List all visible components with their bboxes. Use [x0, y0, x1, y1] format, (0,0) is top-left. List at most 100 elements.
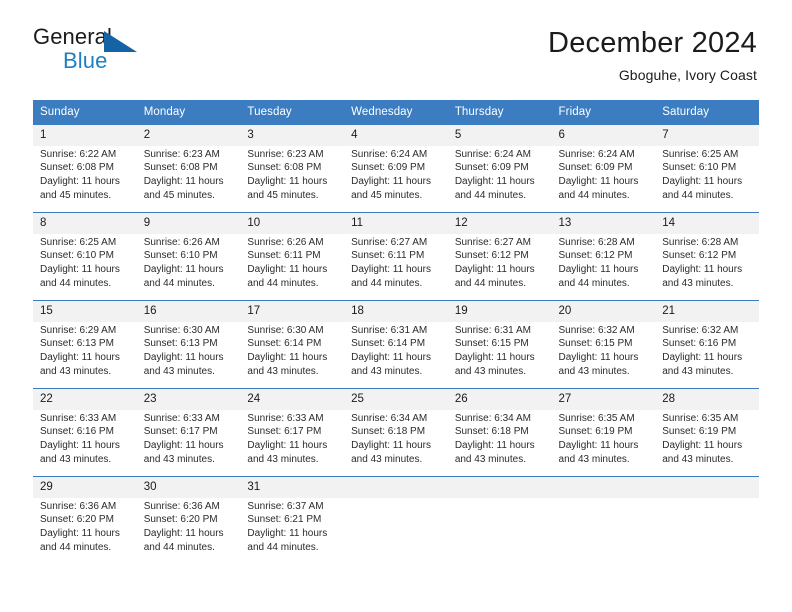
sunset-text: Sunset: 6:20 PM	[143, 514, 218, 526]
weekday-header-sunday: Sunday	[33, 100, 137, 125]
calendar-week-info-row: Sunrise: 6:25 AM Sunset: 6:10 PM Daylight:…	[33, 233, 759, 301]
day-number[interactable]: 3	[240, 124, 345, 146]
sunset-text: Sunset: 6:12 PM	[662, 250, 737, 262]
calendar-week-info-row: Sunrise: 6:36 AM Sunset: 6:20 PM Daylight:…	[33, 497, 759, 564]
daylight-text-line1: Daylight: 11 hours	[143, 176, 224, 188]
sunset-text: Sunset: 6:12 PM	[454, 250, 529, 262]
sunrise-text: Sunrise: 6:27 AM	[351, 236, 428, 248]
daylight-text-line2: and 43 minutes.	[662, 278, 734, 290]
calendar-grid: Sunday Monday Tuesday Wednesday Thursday…	[33, 100, 759, 564]
day-number[interactable]: 17	[240, 299, 345, 322]
daylight-text-line1: Daylight: 11 hours	[351, 176, 431, 188]
day-cell-empty	[551, 497, 656, 564]
day-number[interactable]: 23	[136, 387, 241, 410]
brand-logo[interactable]: General Blue	[33, 26, 163, 78]
daylight-text-line2: and 44 minutes.	[143, 278, 215, 290]
day-cell-empty	[344, 497, 448, 564]
day-number[interactable]: 7	[655, 124, 759, 146]
sunset-text: Sunset: 6:08 PM	[143, 162, 218, 174]
day-number[interactable]: 14	[655, 211, 759, 234]
weekday-header-wednesday: Wednesday	[344, 100, 448, 125]
day-details: Sunrise: 6:24 AM Sunset: 6:09 PM Daylight:…	[551, 145, 656, 213]
day-number[interactable]: 31	[240, 475, 345, 498]
day-number[interactable]: 30	[136, 475, 241, 498]
day-details: Sunrise: 6:24 AM Sunset: 6:09 PM Daylight:…	[344, 145, 448, 213]
day-number[interactable]: 11	[344, 211, 448, 234]
sunset-text: Sunset: 6:10 PM	[143, 250, 218, 262]
sunrise-text: Sunrise: 6:23 AM	[247, 148, 324, 160]
day-number[interactable]: 26	[447, 387, 552, 410]
daylight-text-line2: and 43 minutes.	[454, 453, 526, 465]
sunrise-text: Sunrise: 6:33 AM	[40, 412, 117, 424]
sunrise-text: Sunrise: 6:34 AM	[454, 412, 531, 424]
day-details: Sunrise: 6:37 AM Sunset: 6:21 PM Daylight:…	[240, 497, 345, 564]
weekday-header-thursday: Thursday	[447, 100, 552, 125]
sunset-text: Sunset: 6:15 PM	[454, 338, 529, 350]
daylight-text-line2: and 44 minutes.	[662, 190, 734, 202]
day-number[interactable]: 12	[447, 211, 552, 234]
sunrise-text: Sunrise: 6:35 AM	[558, 412, 635, 424]
daylight-text-line2: and 43 minutes.	[662, 453, 734, 465]
day-number[interactable]: 18	[344, 299, 448, 322]
daylight-text-line1: Daylight: 11 hours	[143, 264, 224, 276]
day-details: Sunrise: 6:26 AM Sunset: 6:10 PM Daylight:…	[136, 233, 241, 301]
sunrise-text: Sunrise: 6:22 AM	[40, 148, 117, 160]
day-number[interactable]: 10	[240, 211, 345, 234]
calendar-week-numbers-row: 15 16 17 18 19 20 21	[33, 299, 759, 322]
day-details: Sunrise: 6:30 AM Sunset: 6:13 PM Daylight:…	[136, 321, 241, 389]
day-number[interactable]: 27	[551, 387, 656, 410]
sunset-text: Sunset: 6:13 PM	[40, 338, 114, 350]
sunset-text: Sunset: 6:18 PM	[351, 426, 426, 438]
day-number[interactable]: 5	[447, 124, 552, 146]
day-number[interactable]: 20	[551, 299, 656, 322]
day-number[interactable]: 8	[33, 211, 137, 234]
sunset-text: Sunset: 6:17 PM	[247, 426, 322, 438]
weekday-header-tuesday: Tuesday	[240, 100, 345, 125]
day-number[interactable]: 24	[240, 387, 345, 410]
day-number[interactable]: 4	[344, 124, 448, 146]
day-number[interactable]: 1	[33, 124, 137, 146]
daylight-text-line1: Daylight: 11 hours	[40, 352, 120, 364]
sunrise-text: Sunrise: 6:27 AM	[454, 236, 531, 248]
daylight-text-line1: Daylight: 11 hours	[351, 264, 431, 276]
day-number[interactable]: 16	[136, 299, 241, 322]
sunrise-text: Sunrise: 6:29 AM	[40, 324, 117, 336]
sunset-text: Sunset: 6:10 PM	[662, 162, 737, 174]
sunset-text: Sunset: 6:14 PM	[351, 338, 426, 350]
page-title: December 2024	[548, 27, 757, 59]
daylight-text-line1: Daylight: 11 hours	[40, 440, 120, 452]
daylight-text-line1: Daylight: 11 hours	[351, 440, 431, 452]
sunrise-text: Sunrise: 6:25 AM	[40, 236, 117, 248]
day-number[interactable]: 13	[551, 211, 656, 234]
day-number[interactable]: 21	[655, 299, 759, 322]
sunset-text: Sunset: 6:09 PM	[351, 162, 426, 174]
calendar-body: 1 2 3 4 5 6 7 Sunrise: 6:22 AM Sunset: 6:08 PM Da…	[33, 124, 759, 564]
day-number[interactable]: 19	[447, 299, 552, 322]
day-number[interactable]: 15	[33, 299, 137, 322]
day-number[interactable]: 28	[655, 387, 759, 410]
day-details: Sunrise: 6:33 AM Sunset: 6:17 PM Daylight:…	[136, 409, 241, 477]
sunrise-text: Sunrise: 6:36 AM	[40, 500, 117, 512]
sunrise-text: Sunrise: 6:28 AM	[558, 236, 635, 248]
day-details: Sunrise: 6:24 AM Sunset: 6:09 PM Daylight:…	[447, 145, 552, 213]
daylight-text-line1: Daylight: 11 hours	[247, 176, 328, 188]
day-number[interactable]: 22	[33, 387, 137, 410]
sunrise-text: Sunrise: 6:32 AM	[558, 324, 635, 336]
daylight-text-line1: Daylight: 11 hours	[143, 440, 224, 452]
calendar-week-info-row: Sunrise: 6:33 AM Sunset: 6:16 PM Daylight:…	[33, 409, 759, 477]
daylight-text-line2: and 44 minutes.	[247, 278, 319, 290]
daylight-text-line1: Daylight: 11 hours	[454, 264, 535, 276]
day-number[interactable]: 29	[33, 475, 137, 498]
daylight-text-line2: and 43 minutes.	[143, 366, 215, 377]
day-number[interactable]: 2	[136, 124, 241, 146]
day-details: Sunrise: 6:27 AM Sunset: 6:12 PM Daylight:…	[447, 233, 552, 301]
sunrise-text: Sunrise: 6:31 AM	[351, 324, 428, 336]
day-number[interactable]: 9	[136, 211, 241, 234]
blue-triangle-logo-icon	[104, 31, 137, 52]
day-number[interactable]: 6	[551, 124, 656, 146]
sunrise-text: Sunrise: 6:31 AM	[454, 324, 531, 336]
day-number[interactable]: 25	[344, 387, 448, 410]
day-cell-empty	[447, 497, 552, 564]
calendar-week-numbers-row: 29 30 31	[33, 475, 759, 498]
daylight-text-line2: and 44 minutes.	[143, 541, 215, 553]
